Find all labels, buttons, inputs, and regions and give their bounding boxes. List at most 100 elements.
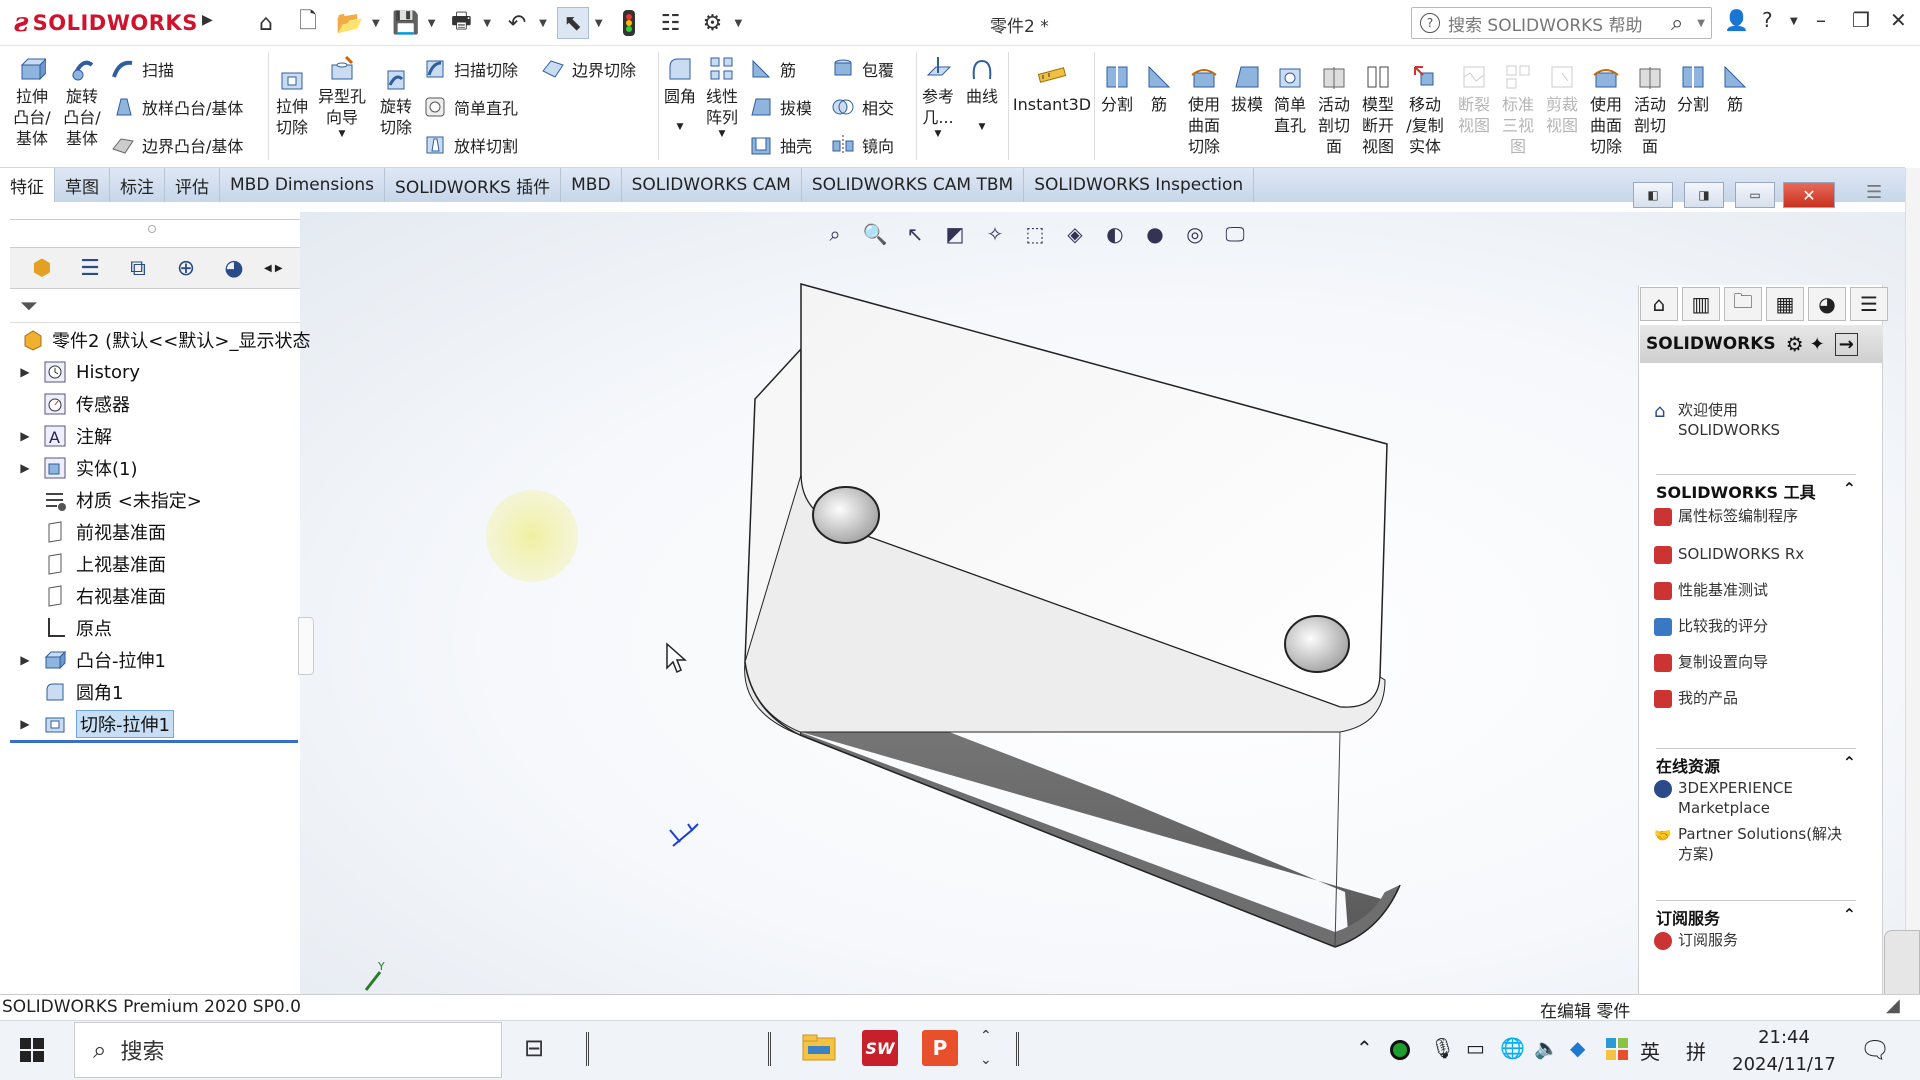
tab-sketch[interactable]: 草图 xyxy=(55,168,110,202)
shell-button[interactable]: 抽壳 xyxy=(748,130,812,160)
task-pane-pin-icon[interactable]: ✦ xyxy=(1810,334,1825,355)
boundary-cut-button[interactable]: 边界切除 xyxy=(540,54,636,84)
panel-grip-icon[interactable] xyxy=(148,225,156,233)
tree-item-top-plane[interactable]: 上视基准面 xyxy=(10,549,166,579)
tab-addins[interactable]: SOLIDWORKS 插件 xyxy=(385,168,562,202)
help-search-input[interactable]: ? 搜索 SOLIDWORKS 帮助 ⌕ ▼ xyxy=(1411,7,1712,39)
panel-collapse-handle[interactable] xyxy=(298,617,314,675)
print-dropdown-icon[interactable]: ▼ xyxy=(483,18,491,29)
tree-item-boss-extrude1[interactable]: ▶ 凸台-拉伸1 xyxy=(10,645,166,675)
tree-item-history[interactable]: ▶ History xyxy=(10,357,140,387)
help-icon[interactable]: ? xyxy=(1762,8,1773,32)
hole-wizard-dropdown-icon[interactable]: ▼ xyxy=(339,128,346,140)
viewport-close-icon[interactable]: ✕ xyxy=(1783,182,1835,208)
tool-item-compare-score[interactable]: 比较我的评分 xyxy=(1654,616,1768,636)
task-pane-collapse-icon[interactable]: → xyxy=(1834,332,1858,356)
taskbar-clock[interactable]: 21:44 2024/11/17 xyxy=(1724,1024,1844,1078)
tab-markup[interactable]: 标注 xyxy=(110,168,165,202)
property-manager-tab-icon[interactable]: ☰ xyxy=(72,252,108,284)
windows-start-icon[interactable] xyxy=(20,1038,44,1067)
subscription-item[interactable]: 订阅服务 xyxy=(1654,930,1738,950)
tree-item-sensors[interactable]: 传感器 xyxy=(10,389,130,419)
simple-hole-2-button[interactable]: 简单 直孔 xyxy=(1270,62,1310,136)
color-grid-icon[interactable] xyxy=(1606,1038,1628,1065)
battery-icon[interactable]: ▭ xyxy=(1466,1036,1485,1060)
linear-pattern-button[interactable]: 线性 阵列 ▼ xyxy=(702,54,742,140)
new-document-icon[interactable]: 🗋 xyxy=(292,7,324,39)
viewport-tile-left-icon[interactable]: ◧ xyxy=(1633,182,1673,208)
curves-dropdown-icon[interactable]: ▼ xyxy=(979,107,986,147)
display-manager-tab-icon[interactable]: ◕ xyxy=(216,252,252,284)
rib-2-button[interactable]: 筋 xyxy=(1140,62,1178,115)
tree-item-fillet1[interactable]: 圆角1 xyxy=(10,677,123,707)
resize-grip-icon[interactable]: ◢ xyxy=(1886,995,1900,1016)
rebuild-traffic-light-icon[interactable] xyxy=(613,7,645,39)
surface-cut-2-button[interactable]: 使用 曲面 切除 xyxy=(1586,62,1626,157)
task-pane-home-icon[interactable]: ⌂ xyxy=(1640,287,1678,321)
tree-item-annotations[interactable]: ▶ A 注解 xyxy=(10,421,112,451)
linear-pattern-dropdown-icon[interactable]: ▼ xyxy=(719,128,726,140)
open-dropdown-icon[interactable]: ▼ xyxy=(372,18,380,29)
rollback-bar[interactable] xyxy=(10,740,298,743)
tray-status-icon[interactable] xyxy=(1390,1040,1410,1060)
expand-arrow-icon[interactable]: ▶ xyxy=(10,461,40,475)
configuration-manager-tab-icon[interactable]: ⧉ xyxy=(120,252,156,284)
loft-cut-button[interactable]: 放样切割 xyxy=(422,130,518,160)
instant3d-button[interactable]: Instant3D xyxy=(1012,62,1092,115)
collapse-chevron-up-icon[interactable]: ⌃ xyxy=(1843,479,1856,503)
search-dropdown-icon[interactable]: ▼ xyxy=(1697,18,1705,29)
rib-3-button[interactable]: 筋 xyxy=(1716,62,1754,115)
solidworks-logo[interactable]: ƨ SOLIDWORKS xyxy=(14,6,198,40)
revolve-boss-button[interactable]: 旋转 凸台/ 基体 xyxy=(62,54,102,149)
save-dropdown-icon[interactable]: ▼ xyxy=(428,18,436,29)
minimize-icon[interactable]: – xyxy=(1816,8,1826,32)
tool-item-my-products[interactable]: 我的产品 xyxy=(1654,688,1738,708)
expand-arrow-icon[interactable]: ▶ xyxy=(10,365,40,379)
menu-expand-arrow-icon[interactable]: ▶ xyxy=(202,12,213,28)
fillet-button[interactable]: 圆角 ▼ xyxy=(660,54,700,147)
tree-root-part[interactable]: 零件2 (默认<<默认>_显示状态 xyxy=(18,325,310,355)
ime-language-indicator[interactable]: 英 xyxy=(1640,1036,1660,1065)
sweep-button[interactable]: 扫描 xyxy=(110,54,174,84)
ime-mode-indicator[interactable]: 拼 xyxy=(1686,1036,1706,1065)
tab-inspection[interactable]: SOLIDWORKS Inspection xyxy=(1024,168,1255,202)
sweep-cut-button[interactable]: 扫描切除 xyxy=(422,54,518,84)
draft-2-button[interactable]: 拔模 xyxy=(1228,62,1266,115)
wrap-button[interactable]: 包覆 xyxy=(830,54,894,84)
draft-button[interactable]: 拔模 xyxy=(748,92,812,122)
tray-overflow-chevron-icon[interactable]: ⌃ xyxy=(1356,1036,1373,1060)
pdf-app-taskbar-icon[interactable]: P xyxy=(922,1030,958,1066)
open-icon[interactable]: 📂 xyxy=(334,7,366,39)
expand-arrow-icon[interactable]: ▶ xyxy=(10,653,40,667)
revolve-cut-button[interactable]: 旋转 切除 xyxy=(376,64,416,138)
tree-item-right-plane[interactable]: 右视基准面 xyxy=(10,581,166,611)
loft-boss-button[interactable]: 放样凸台/基体 xyxy=(110,92,243,122)
intersect-button[interactable]: 相交 xyxy=(830,92,894,122)
network-globe-icon[interactable]: 🌐 xyxy=(1500,1036,1525,1060)
simple-hole-button[interactable]: 简单直孔 xyxy=(422,92,518,122)
viewport-restore-icon[interactable]: ▭ xyxy=(1735,182,1775,208)
tool-item-property-tab-builder[interactable]: 属性标签编制程序 xyxy=(1654,506,1798,526)
filter-icon[interactable]: ⏷ xyxy=(20,294,50,320)
taskbar-scroll-icon[interactable]: ⌃ ⌄ xyxy=(980,1024,992,1072)
home-icon[interactable]: ⌂ xyxy=(250,7,282,39)
appearances-icon[interactable]: ◕ xyxy=(1808,287,1846,321)
tray-app-icon[interactable]: ◆ xyxy=(1570,1036,1585,1060)
tab-mbd[interactable]: MBD xyxy=(561,168,622,202)
surface-cut-button[interactable]: 使用 曲面 切除 xyxy=(1184,62,1224,157)
curves-button[interactable]: 曲线 ▼ xyxy=(962,54,1002,147)
tool-item-performance-benchmark[interactable]: 性能基准测试 xyxy=(1654,580,1768,600)
save-icon[interactable]: 💾 xyxy=(390,7,422,39)
file-explorer-icon[interactable]: 🗀 xyxy=(1724,287,1762,321)
feature-manager-tab-icon[interactable]: ⬢ xyxy=(24,252,60,284)
live-section-button[interactable]: 活动 剖切 面 xyxy=(1314,62,1354,157)
split-2-button[interactable]: 分割 xyxy=(1674,62,1712,115)
tree-item-front-plane[interactable]: 前视基准面 xyxy=(10,517,166,547)
print-icon[interactable]: 🖶 xyxy=(445,7,477,39)
notifications-icon[interactable]: 🗨 xyxy=(1860,1036,1890,1064)
tree-item-origin[interactable]: 原点 xyxy=(10,613,112,643)
help-dropdown-icon[interactable]: ▼ xyxy=(1790,16,1798,27)
solidworks-taskbar-icon[interactable]: SW xyxy=(862,1030,898,1066)
options-dropdown-icon[interactable]: ▼ xyxy=(735,18,743,29)
file-explorer-taskbar-icon[interactable] xyxy=(802,1032,836,1064)
